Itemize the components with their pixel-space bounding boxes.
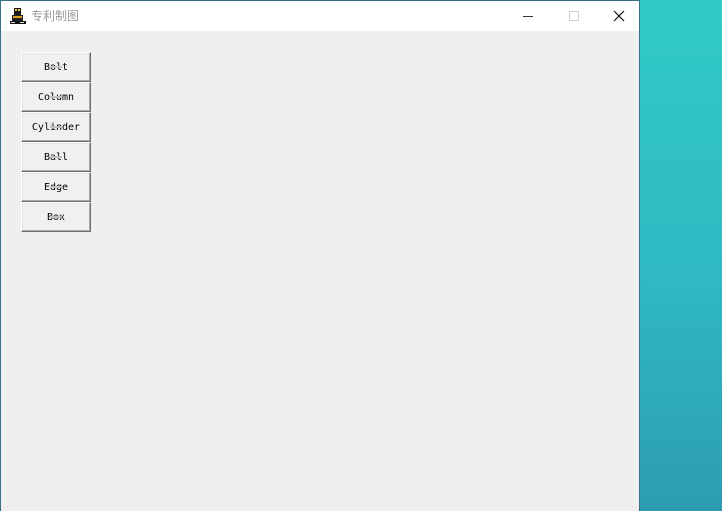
desktop-pattern (641, 0, 722, 511)
close-button[interactable] (596, 1, 642, 31)
bolt-button[interactable]: Bolt (21, 52, 91, 82)
maximize-button[interactable] (551, 1, 597, 31)
box-button[interactable]: Box (21, 202, 91, 232)
cad-app-icon (9, 7, 27, 25)
minimize-button[interactable] (505, 1, 551, 31)
minimize-icon (522, 7, 534, 26)
ball-button[interactable]: Ball (21, 142, 91, 172)
column-button[interactable]: Column (21, 82, 91, 112)
app-window: 专利制图 Bolt Column Cylinder Ball Edge Box (0, 0, 640, 511)
client-area: Bolt Column Cylinder Ball Edge Box (1, 31, 639, 511)
maximize-icon (568, 7, 580, 26)
edge-button[interactable]: Edge (21, 172, 91, 202)
close-icon (613, 7, 625, 26)
window-title: 专利制图 (31, 9, 80, 23)
title-bar[interactable]: 专利制图 (1, 1, 639, 31)
cylinder-button[interactable]: Cylinder (21, 112, 91, 142)
